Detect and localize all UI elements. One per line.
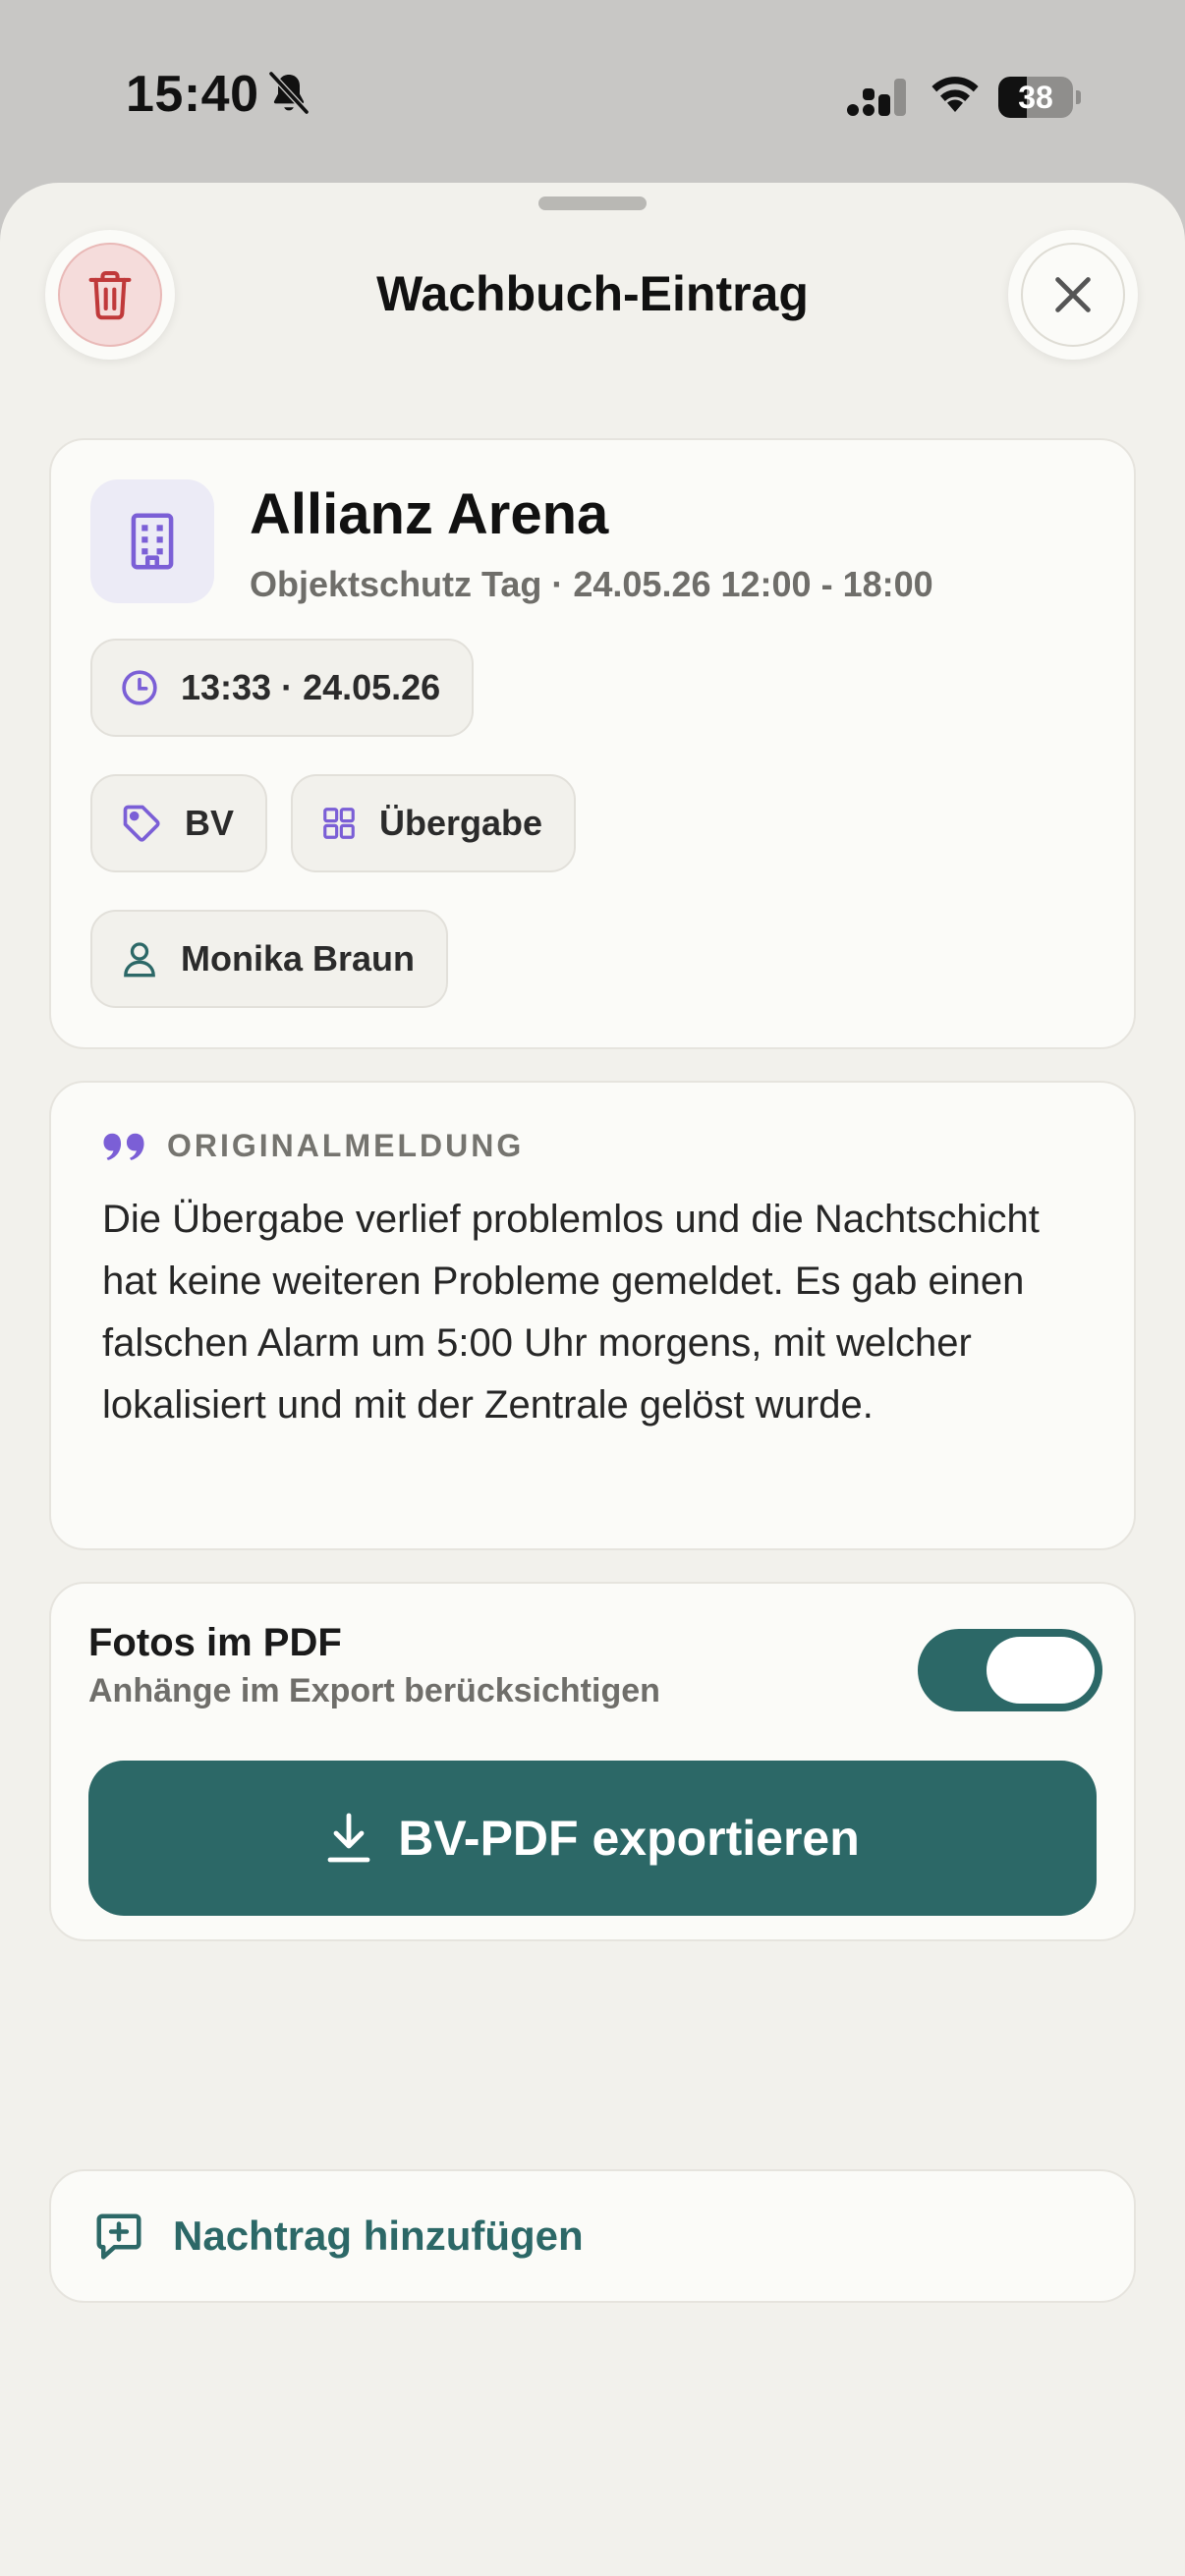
export-card: Fotos im PDF Anhänge im Export berücksic…	[49, 1582, 1136, 1941]
person-icon	[124, 942, 155, 978]
clock-icon	[122, 670, 157, 705]
status-bar: 15:40 38	[0, 0, 1185, 187]
battery-level: 38	[1018, 80, 1053, 115]
time-chip: 13:33 · 24.05.26	[90, 639, 475, 737]
object-shift-info: Objektschutz Tag · 24.05.26 12:00 - 18:0…	[250, 564, 933, 604]
object-card: Allianz Arena Objektschutz Tag · 24.05.2…	[49, 438, 1136, 1049]
object-icon-tile	[90, 479, 214, 603]
tag-icon	[123, 805, 160, 842]
original-report-card: ORIGINALMELDUNG Die Übergabe verlief pro…	[49, 1081, 1136, 1550]
category-chip: BV	[90, 774, 268, 872]
add-addendum-button[interactable]: Nachtrag hinzufügen	[49, 2169, 1136, 2303]
close-icon	[1055, 277, 1091, 312]
download-icon	[327, 1813, 370, 1863]
photos-toggle[interactable]	[918, 1629, 1102, 1711]
photos-setting-title: Fotos im PDF	[88, 1621, 342, 1664]
export-pdf-button[interactable]: BV-PDF exportieren	[88, 1761, 1097, 1916]
quote-icon	[103, 1133, 144, 1160]
original-report-label: ORIGINALMELDUNG	[167, 1128, 525, 1163]
cellular-signal-icon	[847, 79, 906, 116]
battery-icon: 38	[998, 77, 1081, 118]
category-chip-label: BV	[185, 803, 235, 843]
time-chip-label: 13:33 · 24.05.26	[181, 667, 441, 707]
original-report-header: ORIGINALMELDUNG	[102, 1128, 524, 1164]
type-chip: Übergabe	[291, 774, 577, 872]
original-report-text: Die Übergabe verlief problemlos und die …	[102, 1198, 1040, 1427]
person-chip-label: Monika Braun	[181, 938, 416, 979]
export-pdf-label: BV-PDF exportieren	[398, 1811, 860, 1866]
toggle-knob	[987, 1637, 1095, 1704]
entry-sheet: Wachbuch-Eintrag Allianz Arena Objektsch…	[0, 183, 1185, 2576]
type-chip-label: Übergabe	[379, 803, 543, 843]
person-chip: Monika Braun	[90, 910, 449, 1008]
close-button[interactable]	[1008, 230, 1138, 360]
wifi-icon	[931, 77, 979, 112]
photos-setting-subtitle: Anhänge im Export berücksichtigen	[88, 1672, 660, 1709]
building-icon	[131, 513, 174, 570]
grid-icon	[323, 808, 355, 839]
object-name: Allianz Arena	[250, 482, 609, 546]
status-time: 15:40	[126, 66, 259, 123]
bell-slash-icon	[268, 71, 310, 115]
add-addendum-label: Nachtrag hinzufügen	[173, 2212, 584, 2259]
sheet-grabber[interactable]	[538, 196, 647, 210]
message-plus-icon	[96, 2213, 141, 2260]
